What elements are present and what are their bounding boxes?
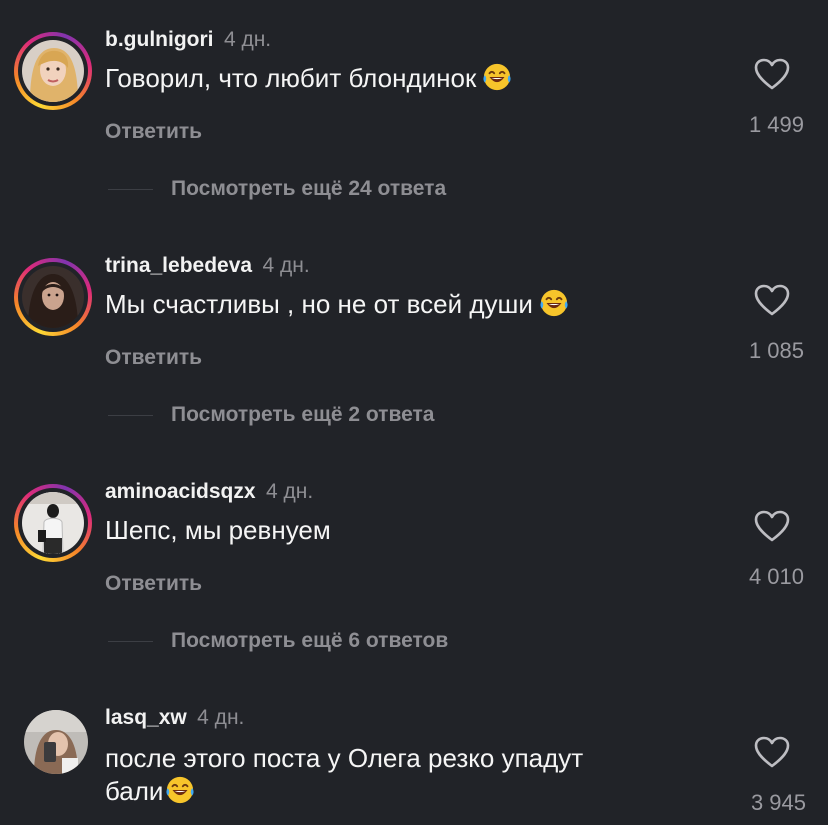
face-with-tears-of-joy-icon: [165, 775, 195, 805]
timestamp: 4 дн.: [197, 706, 245, 729]
timestamp: 4 дн.: [266, 480, 314, 503]
reply-button[interactable]: Ответить: [105, 572, 202, 596]
view-more-replies[interactable]: Посмотреть ещё 2 ответа: [108, 402, 434, 428]
avatar: [22, 492, 84, 554]
story-ring-avatar[interactable]: [14, 484, 92, 562]
view-more-replies[interactable]: Посмотреть ещё 24 ответа: [108, 176, 446, 202]
view-more-replies-label: Посмотреть ещё 24 ответа: [171, 177, 447, 200]
like-count: 1 499: [748, 112, 804, 137]
avatar-wrapper[interactable]: [14, 702, 92, 780]
comment-text: Говорил, что любит блондинок: [105, 62, 665, 95]
avatar: [22, 40, 84, 102]
view-more-replies-label: Посмотреть ещё 2 ответа: [171, 403, 435, 426]
heart-icon[interactable]: [754, 736, 790, 768]
comment-text: после этого поста у Олега резко упадут б…: [105, 742, 665, 808]
face-with-tears-of-joy-icon: [539, 288, 569, 318]
like-count: 3 945: [750, 790, 806, 815]
reply-button[interactable]: Ответить: [105, 120, 202, 144]
face-with-tears-of-joy-icon: [482, 62, 512, 92]
avatar: [22, 266, 84, 328]
comment-text: Шепс, мы ревнуем: [105, 515, 331, 545]
username[interactable]: aminoacidsqzx: [105, 480, 256, 503]
like-count: 4 010: [748, 564, 804, 589]
divider-line: [108, 640, 153, 642]
story-ring-avatar[interactable]: [14, 32, 92, 110]
view-more-replies-label: Посмотреть ещё 6 ответов: [171, 629, 449, 652]
avatar: [24, 710, 88, 774]
timestamp: 4 дн.: [262, 254, 310, 277]
like-count: 1 085: [748, 338, 804, 363]
story-ring-avatar[interactable]: [14, 258, 92, 336]
reply-button[interactable]: Ответить: [105, 346, 202, 370]
heart-icon[interactable]: [754, 58, 790, 90]
username[interactable]: trina_lebedeva: [105, 254, 252, 277]
username[interactable]: lasq_xw: [105, 706, 187, 729]
username[interactable]: b.gulnigori: [105, 28, 213, 51]
comment-text: Мы счастливы , но не от всей души: [105, 288, 665, 321]
heart-icon[interactable]: [754, 284, 790, 316]
timestamp: 4 дн.: [223, 28, 272, 51]
heart-icon[interactable]: [754, 510, 790, 542]
comment-text-line: бали: [105, 775, 665, 808]
comment-text-line: после этого поста у Олега резко упадут: [105, 743, 584, 773]
divider-line: [108, 414, 153, 416]
divider-line: [108, 188, 153, 190]
view-more-replies[interactable]: Посмотреть ещё 6 ответов: [108, 628, 448, 654]
